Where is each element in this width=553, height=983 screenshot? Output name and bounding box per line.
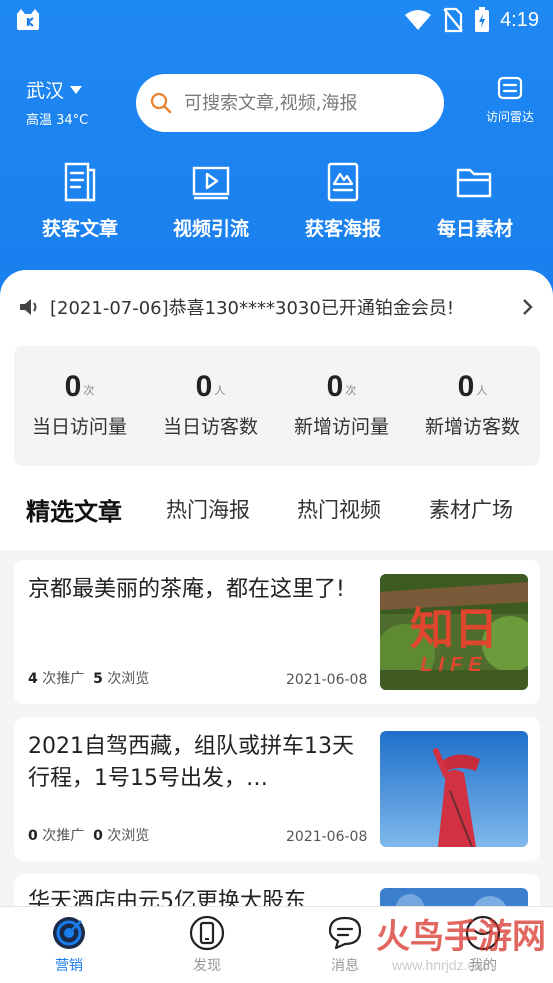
search-input[interactable] [184,92,424,114]
city-name: 武汉 [26,80,65,102]
folder-icon [456,168,492,198]
article-thumbnail: 知日 LIFE [380,574,528,690]
thumbnail-logo-sub: LIFE [420,654,487,676]
nav-label: 营销 [55,958,83,974]
article-stats: 4 次推广 5 次浏览 [28,668,149,688]
article-title: 京都最美丽的茶庵，都在这里了! [28,577,345,602]
quick-action-articles[interactable]: 获客文章 [20,160,140,241]
article-card[interactable]: 2021自驾西藏，组队或拼车13天行程，1号15号出发，… 0 次推广 0 次浏… [14,717,540,861]
stat-value: 0 [195,370,213,403]
stat-unit: 人 [476,384,488,397]
radar-icon [497,76,523,100]
speaker-icon [20,299,37,315]
app-icon [17,9,39,30]
search-icon [150,92,172,114]
notice-text: [2021-07-06]恭喜130****3030已开通铂金会员! [50,298,455,319]
tab-label: 热门视频 [297,498,381,522]
stat-value: 0 [326,370,344,403]
header-background [0,0,553,300]
article-stats: 0 次推广 0 次浏览 [28,825,149,845]
status-bar: 4:19 [0,0,553,40]
quick-action-materials[interactable]: 每日素材 [415,160,535,241]
article-icon [64,162,96,202]
view-count: 5 [93,671,103,687]
watermark-url: www.hnrjdz.com [391,957,494,973]
content-tabs: 精选文章 热门海报 热门视频 素材广场 [0,486,553,538]
quick-actions: 获客文章 视频引流 获客海报 每日素材 [0,160,553,240]
view-label: 次浏览 [107,671,150,687]
promote-label: 次推广 [42,828,85,844]
site-watermark: 火鸟手游网 www.hnrjdz.com [376,917,546,973]
stat-new-visits[interactable]: 0 次 新增访问量 [276,370,407,439]
stat-label: 当日访问量 [31,416,127,438]
thumbnail-logo-text: 知日 [410,604,498,655]
tab-hot-posters[interactable]: 热门海报 [166,494,250,524]
radar-label: 访问雷达 [485,110,534,124]
stat-unit: 人 [214,384,226,397]
stat-new-visitors[interactable]: 0 人 新增访客数 [407,370,538,439]
article-title: 2021自驾西藏，组队或拼车13天行程，1号15号出发，… [28,734,354,791]
tab-label: 素材广场 [429,498,513,522]
no-sim-icon [443,7,463,33]
quick-action-label: 每日素材 [436,218,513,240]
stat-daily-visitors[interactable]: 0 人 当日访客数 [145,370,276,439]
video-icon [192,166,230,200]
article-date: 2021-06-08 [286,829,368,845]
tab-label: 热门海报 [166,498,250,522]
article-card[interactable]: 京都最美丽的茶庵，都在这里了! 4 次推广 5 次浏览 2021-06-08 知… [14,560,540,704]
stats-panel: 0 次 当日访问量 0 人 当日访客数 0 次 新增访问量 0 人 新增访客数 [14,346,540,466]
promote-label: 次推广 [42,671,85,687]
stat-unit: 次 [345,384,357,397]
article-thumbnail-image [380,731,528,847]
stat-label: 新增访问量 [293,416,389,438]
quick-action-label: 视频引流 [172,218,249,240]
article-date: 2021-06-08 [286,672,368,688]
temperature-label: 高温 34°C [26,113,89,128]
tab-featured-articles[interactable]: 精选文章 [26,492,134,528]
phone-icon [189,915,225,951]
quick-action-label: 获客文章 [41,218,118,240]
wifi-icon [405,10,432,30]
quick-action-label: 获客海报 [304,218,381,240]
poster-icon [327,162,359,202]
watermark-text: 火鸟手游网 [376,917,546,957]
city-selector[interactable]: 武汉 高温 34°C [26,76,88,128]
stat-daily-visits[interactable]: 0 次 当日访问量 [14,370,145,439]
marketing-icon [53,917,85,949]
article-thumbnail [380,731,528,847]
article-thumbnail-image: 知日 LIFE [380,574,528,690]
stat-value: 0 [457,370,475,403]
stat-value: 0 [64,370,82,403]
tab-hot-videos[interactable]: 热门视频 [297,494,381,524]
quick-action-poster[interactable]: 获客海报 [283,160,403,241]
stat-label: 当日访客数 [162,416,258,438]
tab-label: 精选文章 [26,498,122,526]
nav-marketing[interactable]: 营销 [24,915,114,975]
nav-discover[interactable]: 发现 [162,915,252,975]
view-label: 次浏览 [107,828,150,844]
promote-count: 4 [28,671,38,687]
promote-count: 0 [28,828,38,844]
tab-material-square[interactable]: 素材广场 [429,494,513,524]
view-count: 0 [93,828,103,844]
stat-label: 新增访客数 [424,416,520,438]
search-bar[interactable] [136,74,444,132]
battery-charging-icon [475,7,490,32]
caret-down-icon [70,85,83,94]
stat-unit: 次 [83,384,95,397]
status-time: 4:19 [500,8,539,31]
notice-bar[interactable]: [2021-07-06]恭喜130****3030已开通铂金会员! [18,290,538,324]
quick-action-video[interactable]: 视频引流 [151,160,271,241]
visit-radar-button[interactable]: 访问雷达 [481,76,539,125]
message-icon [328,916,362,950]
nav-label: 发现 [193,958,221,974]
chevron-right-icon[interactable] [522,298,534,316]
